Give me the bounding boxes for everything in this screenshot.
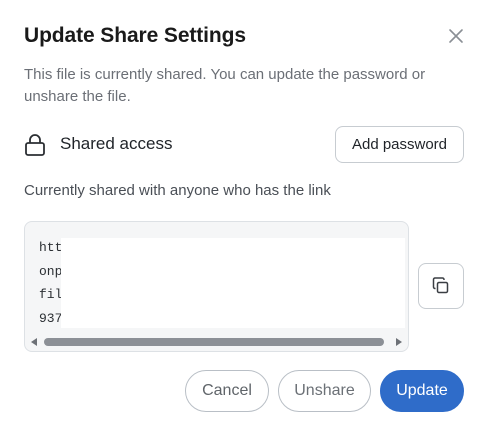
- lock-icon: [25, 134, 45, 156]
- copy-icon: [432, 277, 449, 294]
- link-line: fil: [39, 287, 61, 302]
- unshare-button[interactable]: Unshare: [278, 370, 371, 412]
- close-icon: [449, 29, 463, 43]
- update-button[interactable]: Update: [380, 370, 464, 412]
- share-link-text[interactable]: htt onp fil 937: [39, 236, 61, 330]
- close-button[interactable]: [444, 24, 468, 48]
- cancel-button[interactable]: Cancel: [185, 370, 269, 412]
- dialog-title: Update Share Settings: [24, 24, 246, 47]
- link-redaction: [61, 238, 405, 328]
- share-link-box[interactable]: htt onp fil 937: [24, 221, 409, 352]
- shared-with-text: Currently shared with anyone who has the…: [24, 182, 331, 199]
- dialog-description: This file is currently shared. You can u…: [24, 66, 426, 105]
- link-line: htt: [39, 240, 61, 255]
- scrollbar-thumb[interactable]: [44, 338, 384, 346]
- horizontal-scrollbar[interactable]: [25, 333, 408, 351]
- copy-link-button[interactable]: [418, 263, 464, 309]
- share-settings-dialog: Update Share Settings This file is curre…: [0, 0, 486, 431]
- link-line: 937: [39, 310, 61, 326]
- link-line: onp: [39, 263, 61, 279]
- add-password-button[interactable]: Add password: [335, 126, 464, 163]
- shared-access-label: Shared access: [60, 134, 173, 153]
- shared-access-row: Shared access Add password: [24, 126, 464, 164]
- scroll-left-icon[interactable]: [31, 338, 37, 346]
- scroll-right-icon[interactable]: [396, 338, 402, 346]
